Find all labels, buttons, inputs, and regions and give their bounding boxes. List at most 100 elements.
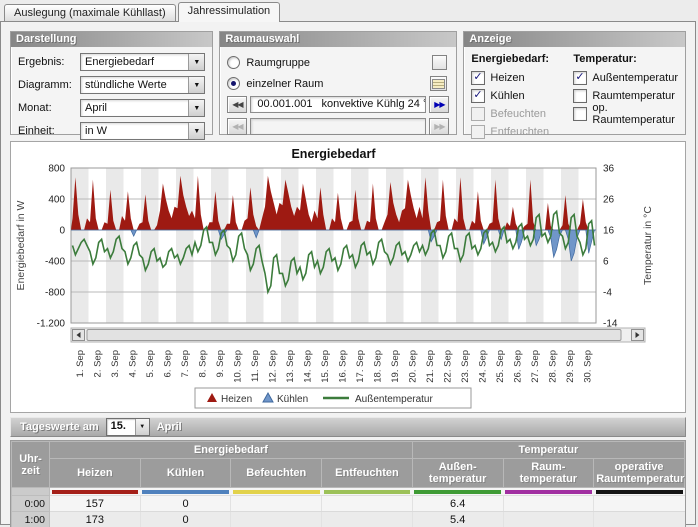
- svg-text:30. Sep: 30. Sep: [582, 350, 593, 383]
- svg-text:24. Sep: 24. Sep: [477, 350, 488, 383]
- chart-legend: HeizenKühlenAußentemperatur: [195, 388, 471, 408]
- diagramm-select[interactable]: stündliche Werte ▼: [80, 76, 205, 94]
- series-color-swatch-au-en-temperatur: [414, 490, 501, 494]
- svg-text:20. Sep: 20. Sep: [407, 350, 418, 383]
- room-field-empty[interactable]: [250, 118, 426, 135]
- svg-text:800: 800: [48, 164, 65, 175]
- monat-label: Monat:: [18, 102, 80, 114]
- chart-scrollbar[interactable]: [71, 328, 645, 342]
- svg-text:-1.200: -1.200: [37, 319, 66, 330]
- x-axis-labels: 1. Sep2. Sep3. Sep4. Sep5. Sep6. Sep7. S…: [75, 350, 594, 383]
- checkbox-row-k-hlen: Kühlen: [471, 88, 573, 104]
- chevron-down-icon[interactable]: ▼: [135, 419, 149, 435]
- tab-strip: Auslegung (maximale Kühllast) Jahressimu…: [0, 0, 698, 21]
- previous-room-button-disabled[interactable]: ◀◀: [227, 118, 247, 135]
- room-id: 00.001.001: [257, 98, 312, 110]
- svg-text:14. Sep: 14. Sep: [302, 350, 313, 383]
- series-color-swatch-befeuchten: [233, 490, 320, 494]
- tageswerte-label: Tageswerte am: [20, 421, 99, 433]
- room-card-button[interactable]: [430, 76, 447, 91]
- chevron-down-icon[interactable]: ▼: [188, 54, 204, 70]
- raumtemperatur-checkbox[interactable]: [573, 89, 587, 103]
- einzelner-raum-radio[interactable]: [227, 77, 240, 90]
- daily-values-table: Uhr-zeit Energiebedarf Temperatur Heizen…: [11, 441, 685, 527]
- room-nav-row: ◀◀ 00.001.001 konvektive Kühlg 24 °C ▶▶: [227, 95, 449, 113]
- svg-text:27. Sep: 27. Sep: [530, 350, 541, 383]
- radio-einzelner-raum-row: einzelner Raum: [227, 74, 449, 93]
- au-entemperatur-checkbox[interactable]: [573, 71, 587, 85]
- diagramm-value: stündliche Werte: [81, 77, 188, 93]
- table-row: 1:0017305.4: [12, 512, 685, 527]
- svg-text:22. Sep: 22. Sep: [442, 350, 453, 383]
- value-cell: [231, 512, 322, 527]
- svg-text:18. Sep: 18. Sep: [372, 350, 383, 383]
- svg-text:36: 36: [603, 164, 615, 175]
- svg-text:25. Sep: 25. Sep: [495, 350, 506, 383]
- day-select[interactable]: 15. ▼: [106, 418, 150, 436]
- svg-text:21. Sep: 21. Sep: [425, 350, 436, 383]
- radio-raumgruppe-row: Raumgruppe: [227, 53, 449, 72]
- einzelner-raum-label: einzelner Raum: [246, 78, 323, 90]
- energiebedarf-group-header: Energiebedarf: [50, 442, 413, 459]
- k-hlen-label: Kühlen: [490, 90, 524, 102]
- svg-text:1. Sep: 1. Sep: [75, 350, 86, 377]
- ergebnis-label: Ergebnis:: [18, 56, 80, 68]
- svg-text:-800: -800: [45, 288, 65, 299]
- darstellung-body: Ergebnis: Energiebedarf ▼ Diagramm: stün…: [11, 47, 212, 149]
- column-header-operative-raumtemperatur: operative Raumtemperatur: [594, 459, 685, 488]
- column-header-heizen: Heizen: [50, 459, 141, 488]
- time-cell: 1:00: [12, 512, 50, 527]
- svg-text:Heizen: Heizen: [221, 394, 252, 405]
- anzeige-body: Energiebedarf: HeizenKühlenBefeuchtenEnt…: [464, 47, 685, 146]
- svg-text:16: 16: [603, 226, 615, 237]
- y-axis-right-labels: 3626166-4-14: [603, 164, 618, 330]
- blank-square-button[interactable]: [432, 55, 447, 70]
- value-cell: [503, 512, 594, 527]
- tab-jahressimulation[interactable]: Jahressimulation: [178, 2, 281, 22]
- room-name: konvektive Kühlg 24 °C: [321, 98, 426, 110]
- chevron-down-icon[interactable]: ▼: [188, 77, 204, 93]
- scroll-thumb[interactable]: [87, 330, 621, 341]
- monat-select[interactable]: April ▼: [80, 99, 205, 117]
- svg-text:-400: -400: [45, 257, 65, 268]
- svg-text:6. Sep: 6. Sep: [162, 350, 173, 377]
- k-hlen-checkbox[interactable]: [471, 89, 485, 103]
- svg-text:13. Sep: 13. Sep: [285, 350, 296, 383]
- series-color-swatch-raum-temperatur: [505, 490, 592, 494]
- raumgruppe-radio[interactable]: [227, 56, 240, 69]
- room-field[interactable]: 00.001.001 konvektive Kühlg 24 °C: [250, 96, 426, 113]
- room-nav-row-2: ◀◀ ▶▶: [227, 117, 449, 135]
- column-header-raum-temperatur: Raum- temperatur: [503, 459, 594, 488]
- svg-text:11. Sep: 11. Sep: [250, 350, 261, 382]
- checkbox-row-au-entemperatur: Außentemperatur: [573, 70, 678, 86]
- app-window: Auslegung (maximale Kühllast) Jahressimu…: [0, 0, 698, 526]
- svg-text:-4: -4: [603, 288, 612, 299]
- anzeige-temperatur-column: Temperatur: AußentemperaturRaumtemperatu…: [573, 53, 678, 142]
- chevron-down-icon[interactable]: ▼: [188, 100, 204, 116]
- y-axis-left-labels: 8004000-400-800-1.200: [37, 164, 66, 330]
- series-color-swatch-operative-raumtemperatur: [596, 490, 683, 494]
- energiebedarf-checkbox-list: HeizenKühlenBefeuchtenEntfeuchten: [471, 70, 573, 140]
- einheit-label: Einheit:: [18, 125, 80, 137]
- anzeige-energiebedarf-column: Energiebedarf: HeizenKühlenBefeuchtenEnt…: [471, 53, 573, 142]
- ergebnis-select[interactable]: Energiebedarf ▼: [80, 53, 205, 71]
- raumgruppe-label: Raumgruppe: [246, 57, 310, 69]
- ergebnis-value: Energiebedarf: [81, 54, 188, 70]
- next-room-button-disabled[interactable]: ▶▶: [429, 118, 449, 135]
- einheit-select[interactable]: in W ▼: [80, 122, 205, 140]
- tageswerte-bar: Tageswerte am 15. ▼ April: [10, 417, 686, 437]
- heizen-checkbox[interactable]: [471, 71, 485, 85]
- op-raumtemperatur-checkbox[interactable]: [573, 107, 587, 121]
- day-select-value: 15.: [107, 419, 135, 435]
- time-cell: 0:00: [12, 496, 50, 512]
- einheit-value: in W: [81, 123, 188, 139]
- value-cell: 157: [50, 496, 141, 512]
- chevron-down-icon[interactable]: ▼: [188, 123, 204, 139]
- raumtemperatur-label: Raumtemperatur: [592, 90, 675, 102]
- entfeuchten-checkbox: [471, 125, 485, 139]
- next-room-button[interactable]: ▶▶: [429, 96, 449, 113]
- previous-room-button[interactable]: ◀◀: [227, 96, 247, 113]
- chart-panel: 8004000-400-800-1.2003626166-4-14Energie…: [10, 141, 686, 413]
- series-color-swatch-k-hlen: [142, 490, 229, 494]
- tab-auslegung[interactable]: Auslegung (maximale Kühllast): [4, 4, 176, 22]
